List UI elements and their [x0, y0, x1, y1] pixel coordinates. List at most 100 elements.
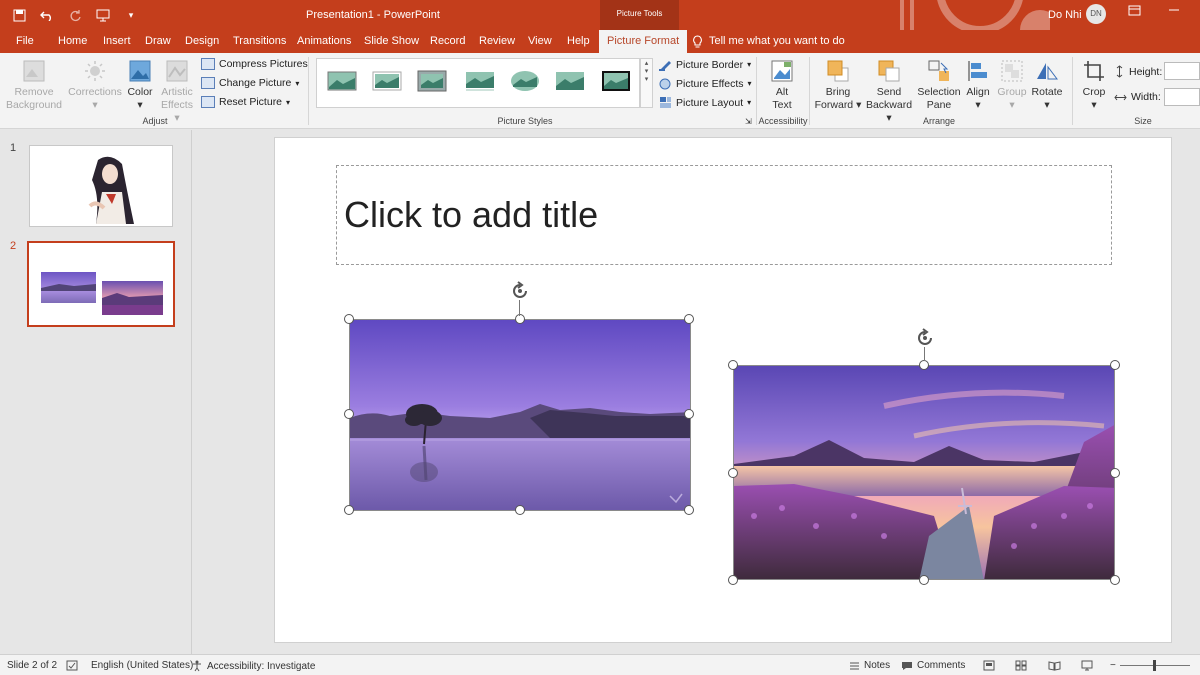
- undo-icon[interactable]: [36, 4, 58, 26]
- tab-home[interactable]: Home: [58, 30, 87, 53]
- tell-me-search[interactable]: Tell me what you want to do: [692, 30, 845, 53]
- gallery-scroll[interactable]: ▴ ▾ ▾: [640, 58, 653, 108]
- picture-border-dropdown-icon: ▾: [747, 60, 752, 69]
- resize-handle[interactable]: [728, 468, 738, 478]
- resize-handle[interactable]: [684, 409, 694, 419]
- picture-border-button[interactable]: Picture Border ▾: [659, 58, 751, 71]
- style-thumb-2[interactable]: [372, 69, 402, 93]
- style-thumb-6[interactable]: [555, 69, 585, 93]
- change-picture-button[interactable]: Change Picture ▾: [201, 77, 299, 89]
- group-button[interactable]: Group ▾: [996, 59, 1028, 112]
- slide-show-icon[interactable]: [1081, 660, 1093, 671]
- tab-view[interactable]: View: [528, 30, 552, 53]
- rotate-button[interactable]: Rotate ▾: [1030, 59, 1064, 112]
- lake-tree-image: [350, 320, 690, 510]
- notes-button[interactable]: Notes: [849, 660, 890, 671]
- style-thumb-5[interactable]: [510, 69, 540, 93]
- title-placeholder-text: Click to add title: [344, 194, 599, 235]
- tab-draw[interactable]: Draw: [145, 30, 171, 53]
- slide-thumbnail-1[interactable]: [29, 145, 173, 227]
- slide-sorter-icon[interactable]: [1015, 660, 1027, 671]
- alt-text-button[interactable]: Alt Text: [763, 59, 801, 112]
- redo-icon[interactable]: [64, 4, 86, 26]
- resize-handle[interactable]: [1110, 468, 1120, 478]
- normal-view-icon[interactable]: [983, 660, 995, 671]
- resize-handle[interactable]: [684, 314, 694, 324]
- dialog-launcher-icon[interactable]: ⇲: [745, 117, 752, 126]
- group-separator: [308, 57, 309, 125]
- tab-file[interactable]: File: [16, 30, 34, 53]
- presentation-icon[interactable]: [92, 4, 114, 26]
- zoom-out-icon[interactable]: −: [1110, 660, 1116, 671]
- tab-review[interactable]: Review: [479, 30, 515, 53]
- remove-background-button[interactable]: Remove Background: [4, 59, 64, 112]
- tab-slide-show[interactable]: Slide Show: [364, 30, 419, 53]
- tab-animations[interactable]: Animations: [297, 30, 351, 53]
- rotate-handle-icon[interactable]: [509, 280, 531, 302]
- zoom-slider-thumb[interactable]: [1153, 660, 1156, 671]
- tab-help[interactable]: Help: [567, 30, 590, 53]
- corrections-button[interactable]: Corrections ▾: [68, 59, 122, 112]
- resize-handle[interactable]: [344, 505, 354, 515]
- resize-handle[interactable]: [919, 575, 929, 585]
- style-thumb-1[interactable]: [327, 69, 357, 93]
- picture-effects-dropdown-icon: ▾: [747, 79, 752, 88]
- ribbon-display-options-icon[interactable]: [1128, 5, 1141, 19]
- selection-pane-label-1: Selection: [917, 86, 961, 98]
- color-button[interactable]: Color ▾: [124, 59, 156, 112]
- resize-handle[interactable]: [728, 575, 738, 585]
- height-input[interactable]: [1164, 62, 1200, 80]
- lake-tree-picture[interactable]: [349, 319, 691, 511]
- resize-handle[interactable]: [344, 314, 354, 324]
- picture-effects-label: Picture Effects: [676, 77, 744, 90]
- send-backward-label-1: Send: [876, 86, 902, 98]
- tab-picture-format[interactable]: Picture Format: [599, 30, 688, 53]
- resize-handle[interactable]: [1110, 360, 1120, 370]
- minimize-icon[interactable]: [1168, 2, 1180, 19]
- resize-handle[interactable]: [684, 505, 694, 515]
- group-label-picture-styles: Picture Styles: [497, 116, 553, 126]
- user-name[interactable]: Do Nhi: [1048, 9, 1082, 21]
- comments-button[interactable]: Comments: [901, 660, 965, 671]
- resize-handle[interactable]: [515, 505, 525, 515]
- reset-picture-dropdown-icon: ▾: [286, 97, 291, 107]
- tab-record[interactable]: Record: [430, 30, 465, 53]
- align-button[interactable]: Align ▾: [963, 59, 993, 112]
- title-placeholder[interactable]: Click to add title: [336, 165, 1112, 265]
- spelling-icon[interactable]: [66, 660, 78, 671]
- resize-handle[interactable]: [515, 314, 525, 324]
- tab-insert[interactable]: Insert: [103, 30, 131, 53]
- style-thumb-4[interactable]: [465, 69, 495, 93]
- resize-handle[interactable]: [728, 360, 738, 370]
- style-thumb-7[interactable]: [601, 69, 631, 93]
- send-backward-button[interactable]: Send Backward ▾: [863, 59, 915, 125]
- avatar[interactable]: DN: [1086, 4, 1106, 24]
- rotate-handle-icon[interactable]: [914, 327, 936, 349]
- tab-design[interactable]: Design: [185, 30, 219, 53]
- group-icon: [1001, 60, 1023, 82]
- style-thumb-3[interactable]: [417, 69, 447, 93]
- width-input[interactable]: [1164, 88, 1200, 106]
- resize-handle[interactable]: [344, 409, 354, 419]
- anime-girl-image: [30, 146, 172, 226]
- resize-handle[interactable]: [1110, 575, 1120, 585]
- picture-layout-button[interactable]: Picture Layout ▾: [659, 96, 751, 109]
- save-icon[interactable]: [8, 4, 30, 26]
- language-indicator[interactable]: English (United States): [91, 660, 193, 671]
- lavender-lake-picture[interactable]: [733, 365, 1115, 580]
- picture-effects-button[interactable]: Picture Effects ▾: [659, 77, 752, 90]
- tab-transitions[interactable]: Transitions: [233, 30, 286, 53]
- reset-picture-button[interactable]: Reset Picture ▾: [201, 96, 290, 108]
- slide-thumbnail-2[interactable]: [27, 241, 175, 327]
- bring-forward-button[interactable]: Bring Forward ▾: [813, 59, 863, 112]
- slide-number: 2: [10, 240, 17, 252]
- compress-pictures-button[interactable]: Compress Pictures: [201, 58, 308, 70]
- customize-qat-icon[interactable]: ▾: [120, 4, 142, 26]
- bring-forward-label-1: Bring: [825, 86, 851, 98]
- artistic-effects-label-2: Effects: [161, 99, 193, 111]
- crop-button[interactable]: Crop ▾: [1078, 59, 1110, 112]
- accessibility-status[interactable]: Accessibility: Investigate: [191, 660, 315, 672]
- selection-pane-button[interactable]: Selection Pane: [916, 59, 962, 112]
- resize-handle[interactable]: [919, 360, 929, 370]
- reading-view-icon[interactable]: [1048, 660, 1061, 671]
